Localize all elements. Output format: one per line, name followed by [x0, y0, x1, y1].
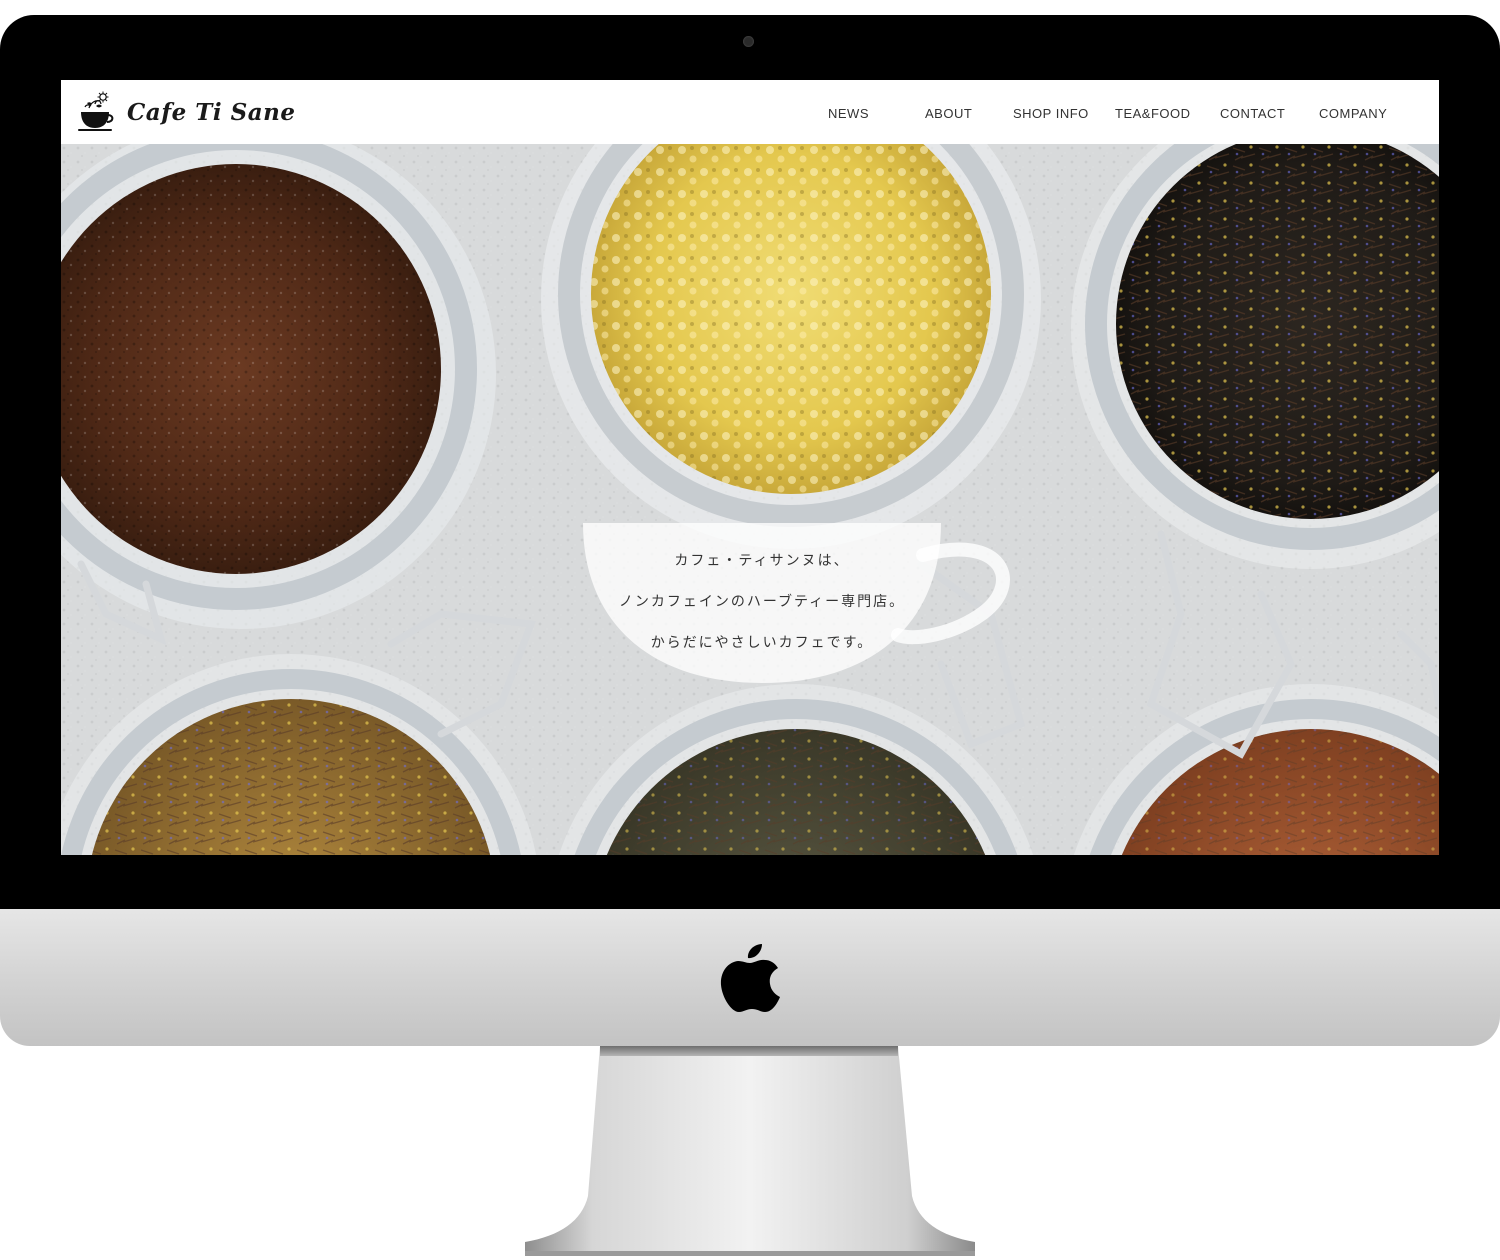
tea-jars-illustration — [61, 144, 1439, 855]
teacup-with-herbs-icon — [78, 91, 114, 131]
site-logo[interactable]: Cafe Ti Sane — [77, 90, 295, 134]
apple-logo-icon — [720, 944, 780, 1012]
hero-line-1: カフェ・ティサンヌは、 — [674, 553, 850, 569]
main-nav: NEWS ABOUT SHOP INFO TEA&FOOD CONTACT CO… — [796, 80, 1439, 144]
nav-news[interactable]: NEWS — [828, 106, 869, 121]
nav-about[interactable]: ABOUT — [925, 106, 972, 121]
hero-line-3: からだにやさしいカフェです。 — [650, 635, 874, 651]
logo-text: Cafe Ti Sane — [127, 98, 296, 126]
nav-company[interactable]: COMPANY — [1319, 106, 1387, 121]
nav-contact[interactable]: CONTACT — [1220, 106, 1285, 121]
website-screen: Cafe Ti Sane NEWS ABOUT SHOP INFO TEA&FO… — [61, 80, 1439, 855]
hero-image — [61, 144, 1439, 855]
hero-line-2: ノンカフェインのハーブティー専門店。 — [618, 594, 906, 610]
monitor-stand — [525, 1046, 975, 1256]
site-header: Cafe Ti Sane NEWS ABOUT SHOP INFO TEA&FO… — [61, 80, 1439, 144]
nav-tea-food[interactable]: TEA&FOOD — [1115, 106, 1191, 121]
camera-icon — [743, 36, 754, 47]
nav-shop-info[interactable]: SHOP INFO — [1013, 106, 1089, 121]
